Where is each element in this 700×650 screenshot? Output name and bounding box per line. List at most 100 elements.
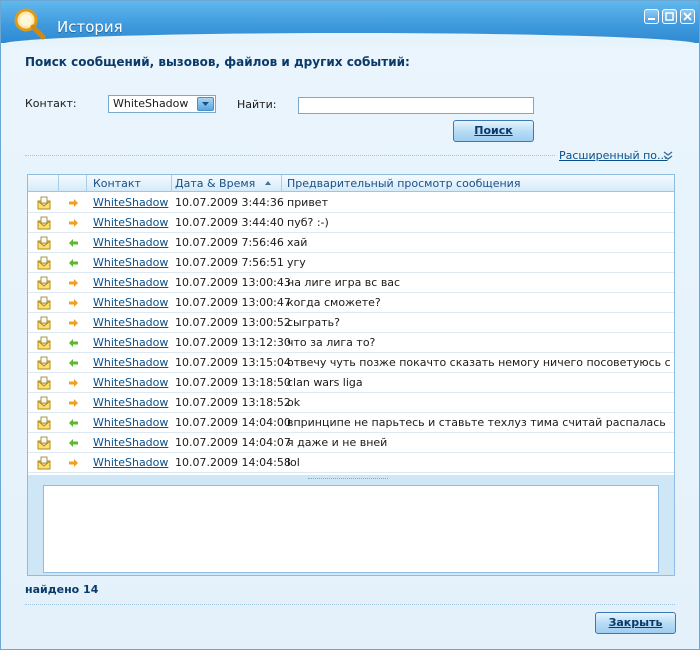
row-datetime: 10.07.2009 7:56:46 <box>175 236 284 249</box>
arrow-left-icon <box>69 239 78 247</box>
row-datetime: 10.07.2009 13:00:47 <box>175 296 291 309</box>
row-message-preview: lol <box>287 456 300 469</box>
dropdown-button[interactable] <box>197 97 214 111</box>
table-row[interactable]: WhiteShadow 10.07.2009 14:04:00 впринципе … <box>28 413 674 433</box>
arrow-right-icon <box>69 319 78 327</box>
row-message-preview: хай <box>287 236 308 249</box>
table-row[interactable]: WhiteShadow 10.07.2009 3:44:40 пуб? :-) <box>28 213 674 233</box>
row-contact-link[interactable]: WhiteShadow <box>93 256 168 269</box>
row-message-preview: пуб? :-) <box>287 216 329 229</box>
table-row[interactable]: WhiteShadow 10.07.2009 7:56:51 угу <box>28 253 674 273</box>
row-contact-link[interactable]: WhiteShadow <box>93 196 168 209</box>
contact-select-value: WhiteShadow <box>113 97 189 110</box>
table-header: Контакт Дата & Время Предварительный про… <box>28 175 674 192</box>
column-separator <box>171 175 172 192</box>
close-window-button[interactable] <box>680 9 695 24</box>
search-input[interactable] <box>298 97 534 114</box>
row-message-preview: привет <box>287 196 328 209</box>
message-envelope-icon <box>37 416 51 430</box>
message-preview-pane[interactable] <box>43 485 659 573</box>
maximize-icon <box>665 12 674 21</box>
table-row[interactable]: WhiteShadow 10.07.2009 13:18:52 ok <box>28 393 674 413</box>
row-datetime: 10.07.2009 13:18:50 <box>175 376 291 389</box>
row-contact-link[interactable]: WhiteShadow <box>93 336 168 349</box>
results-count: найдено 14 <box>25 583 99 596</box>
message-envelope-icon <box>37 436 51 450</box>
row-datetime: 10.07.2009 3:44:36 <box>175 196 284 209</box>
row-datetime: 10.07.2009 13:15:04 <box>175 356 291 369</box>
double-chevron-down-icon[interactable] <box>663 151 673 161</box>
results-list[interactable]: Контакт Дата & Время Предварительный про… <box>28 175 674 475</box>
message-envelope-icon <box>37 296 51 310</box>
message-envelope-icon <box>37 356 51 370</box>
row-message-preview: на лиге игра вс вас <box>287 276 401 289</box>
maximize-button[interactable] <box>662 9 677 24</box>
table-row[interactable]: WhiteShadow 10.07.2009 13:12:30 что за лиг… <box>28 333 674 353</box>
table-row[interactable]: WhiteShadow 10.07.2009 13:00:43 на лиге иг… <box>28 273 674 293</box>
row-contact-link[interactable]: WhiteShadow <box>93 296 168 309</box>
row-datetime: 10.07.2009 13:12:30 <box>175 336 291 349</box>
arrow-left-icon <box>69 359 78 367</box>
message-envelope-icon <box>37 396 51 410</box>
table-row[interactable]: WhiteShadow 10.07.2009 13:18:50 clan wars … <box>28 373 674 393</box>
arrow-right-icon <box>69 279 78 287</box>
contact-select[interactable]: WhiteShadow <box>108 95 216 113</box>
message-envelope-icon <box>37 236 51 250</box>
row-message-preview: отвечу чуть позже покачто сказать немогу… <box>287 356 674 369</box>
sort-ascending-icon <box>265 181 271 185</box>
splitter-grip[interactable] <box>308 478 388 481</box>
row-contact-link[interactable]: WhiteShadow <box>93 416 168 429</box>
table-row[interactable]: WhiteShadow 10.07.2009 14:04:58 lol <box>28 453 674 473</box>
arrow-left-icon <box>69 419 78 427</box>
table-row[interactable]: WhiteShadow 10.07.2009 13:00:47 когда смож… <box>28 293 674 313</box>
table-row[interactable]: WhiteShadow 10.07.2009 13:15:04 отвечу чут… <box>28 353 674 373</box>
message-envelope-icon <box>37 316 51 330</box>
search-button[interactable]: Поиск <box>453 120 534 142</box>
message-envelope-icon <box>37 336 51 350</box>
table-row[interactable]: WhiteShadow 10.07.2009 7:56:46 хай <box>28 233 674 253</box>
row-contact-link[interactable]: WhiteShadow <box>93 396 168 409</box>
row-contact-link[interactable]: WhiteShadow <box>93 276 168 289</box>
search-button-label: Поиск <box>474 124 513 137</box>
arrow-right-icon <box>69 379 78 387</box>
find-label: Найти: <box>237 98 277 111</box>
magnifier-logo-icon <box>14 8 46 40</box>
table-row[interactable]: WhiteShadow 10.07.2009 14:04:07 я даже и н… <box>28 433 674 453</box>
arrow-right-icon <box>69 299 78 307</box>
row-contact-link[interactable]: WhiteShadow <box>93 216 168 229</box>
message-envelope-icon <box>37 216 51 230</box>
title-bar[interactable]: История <box>1 1 699 47</box>
row-message-preview: я даже и не вней <box>287 436 388 449</box>
arrow-right-icon <box>69 459 78 467</box>
row-datetime: 10.07.2009 13:00:43 <box>175 276 291 289</box>
column-preview[interactable]: Предварительный просмотр сообщения <box>287 177 520 190</box>
arrow-right-icon <box>69 199 78 207</box>
advanced-search-link[interactable]: Расширенный по... <box>559 149 668 162</box>
row-contact-link[interactable]: WhiteShadow <box>93 316 168 329</box>
close-icon <box>683 12 692 21</box>
close-button-label: Закрыть <box>608 616 663 629</box>
row-contact-link[interactable]: WhiteShadow <box>93 436 168 449</box>
arrow-left-icon <box>69 439 78 447</box>
column-contact[interactable]: Контакт <box>93 177 141 190</box>
divider <box>25 604 675 605</box>
close-button[interactable]: Закрыть <box>595 612 676 634</box>
minimize-button[interactable] <box>644 9 659 24</box>
message-envelope-icon <box>37 196 51 210</box>
message-envelope-icon <box>37 376 51 390</box>
row-message-preview: угу <box>287 256 306 269</box>
row-contact-link[interactable]: WhiteShadow <box>93 236 168 249</box>
table-row[interactable]: WhiteShadow 10.07.2009 13:00:52 сыграть? <box>28 313 674 333</box>
row-contact-link[interactable]: WhiteShadow <box>93 356 168 369</box>
row-contact-link[interactable]: WhiteShadow <box>93 376 168 389</box>
column-separator <box>86 175 87 192</box>
row-datetime: 10.07.2009 13:00:52 <box>175 316 291 329</box>
column-separator <box>58 175 59 192</box>
arrow-left-icon <box>69 339 78 347</box>
row-datetime: 10.07.2009 14:04:00 <box>175 416 291 429</box>
history-window: История Поиск сообщений, вызовов, файлов… <box>0 0 700 650</box>
row-contact-link[interactable]: WhiteShadow <box>93 456 168 469</box>
table-row[interactable]: WhiteShadow 10.07.2009 3:44:36 привет <box>28 193 674 213</box>
column-datetime[interactable]: Дата & Время <box>175 177 255 190</box>
row-datetime: 10.07.2009 3:44:40 <box>175 216 284 229</box>
